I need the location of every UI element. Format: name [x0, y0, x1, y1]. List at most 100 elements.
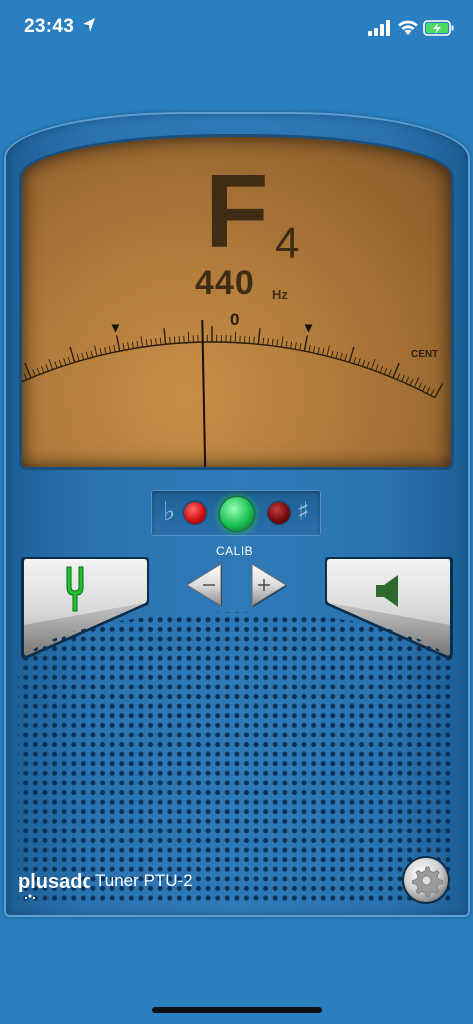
status-time: 23:43 — [24, 16, 75, 37]
scale-tick — [54, 361, 58, 369]
scale-tick — [388, 369, 392, 377]
scale-tick — [115, 335, 121, 352]
scale-tick — [379, 366, 383, 373]
scale-tick — [140, 336, 144, 348]
scale-tick — [285, 340, 288, 348]
scale-tick — [23, 373, 28, 380]
scale-tick — [163, 328, 167, 345]
scale-tick — [370, 359, 376, 370]
scale-tick — [150, 338, 153, 346]
scale-tick — [308, 345, 311, 353]
scale-tick — [187, 331, 190, 343]
scale-tick — [409, 378, 414, 386]
scale-tick — [24, 362, 32, 379]
scale-tick — [280, 336, 284, 348]
scale-tick — [426, 386, 431, 394]
scale-tick — [45, 364, 49, 372]
scale-tick — [396, 373, 401, 380]
scale-tick — [294, 342, 297, 350]
scale-tick — [257, 328, 261, 345]
cellular-signal-icon — [368, 20, 390, 36]
svg-text:plusadd: plusadd — [18, 871, 90, 893]
scale-tick — [155, 338, 157, 346]
scale-tick — [418, 382, 422, 390]
scale-tick — [362, 359, 366, 367]
scale-tick — [290, 341, 293, 349]
scale-tick — [401, 374, 405, 382]
scale-tick — [76, 354, 80, 362]
reference-frequency: 440 — [195, 264, 255, 302]
note-name: F — [205, 154, 269, 270]
scale-tick — [108, 346, 112, 354]
scale-tick — [48, 359, 54, 370]
scale-tick — [422, 384, 427, 392]
battery-charging-icon — [423, 20, 454, 36]
calib-decrease-button[interactable] — [185, 562, 223, 608]
scale-tick — [32, 369, 36, 377]
scale-tick — [262, 337, 265, 345]
scale-tick — [145, 339, 148, 347]
scale-tick — [58, 359, 62, 367]
scale-tick — [90, 350, 94, 358]
wifi-icon — [398, 20, 418, 35]
scale-tick — [93, 345, 98, 357]
frequency-unit: Hz — [272, 287, 288, 302]
scale-tick — [173, 336, 176, 344]
flat-led — [184, 502, 206, 524]
in-tune-led — [220, 497, 254, 531]
scale-tick — [248, 336, 251, 344]
scale-tick — [85, 351, 89, 359]
scale-tick — [271, 338, 274, 346]
scale-tick — [127, 342, 130, 350]
scale-tick — [357, 358, 361, 366]
scale-tick — [317, 347, 320, 355]
home-indicator — [152, 1007, 322, 1013]
scale-tick — [131, 341, 134, 349]
scale-marker — [111, 324, 120, 333]
scale-tick — [159, 337, 162, 345]
scale-tick — [353, 356, 357, 364]
plusadd-logo: plusadd — [18, 871, 90, 900]
scale-tick — [413, 377, 420, 388]
scale-max-label: +50 — [448, 370, 451, 389]
scale-center-label: 0 — [230, 310, 240, 329]
sharp-symbol: ♯ — [297, 497, 310, 527]
scale-tick — [430, 389, 435, 396]
scale-tick — [267, 338, 269, 346]
scale-tick — [348, 346, 355, 363]
scale-arc — [22, 341, 436, 399]
scale-tick — [366, 361, 370, 369]
scale-tick — [234, 331, 237, 343]
scale-tick — [326, 345, 331, 357]
location-arrow-icon — [83, 18, 95, 32]
scale-tick — [405, 376, 410, 384]
scale-tick — [383, 367, 388, 375]
status-bar: 23:43 — [0, 0, 473, 58]
scale-tick — [113, 345, 116, 353]
scale-tick — [339, 352, 343, 360]
sharp-led — [268, 502, 290, 524]
scale-tick — [312, 346, 316, 354]
scale-tick — [321, 348, 325, 356]
scale-marker — [304, 324, 313, 333]
scale-tick — [335, 351, 339, 359]
scale-tick — [122, 343, 125, 351]
scale-tick — [67, 356, 71, 364]
scale-tick — [344, 354, 348, 362]
scale-unit-label: CENT — [411, 349, 439, 360]
scale-tick — [276, 339, 279, 347]
scale-tick — [253, 336, 255, 344]
flat-symbol: ♭ — [163, 497, 176, 527]
scale-tick — [136, 340, 139, 348]
calib-label: CALIB — [216, 544, 254, 558]
scale-tick — [375, 364, 379, 372]
scale-tick — [169, 336, 171, 344]
calib-increase-button[interactable] — [250, 562, 288, 608]
scale-tick — [299, 343, 302, 351]
settings-button[interactable] — [401, 855, 451, 905]
scale-tick — [69, 346, 76, 363]
scale-tick — [99, 348, 103, 356]
scale-tick — [63, 358, 67, 366]
scale-tick — [104, 347, 107, 355]
scale-tick — [81, 352, 85, 360]
